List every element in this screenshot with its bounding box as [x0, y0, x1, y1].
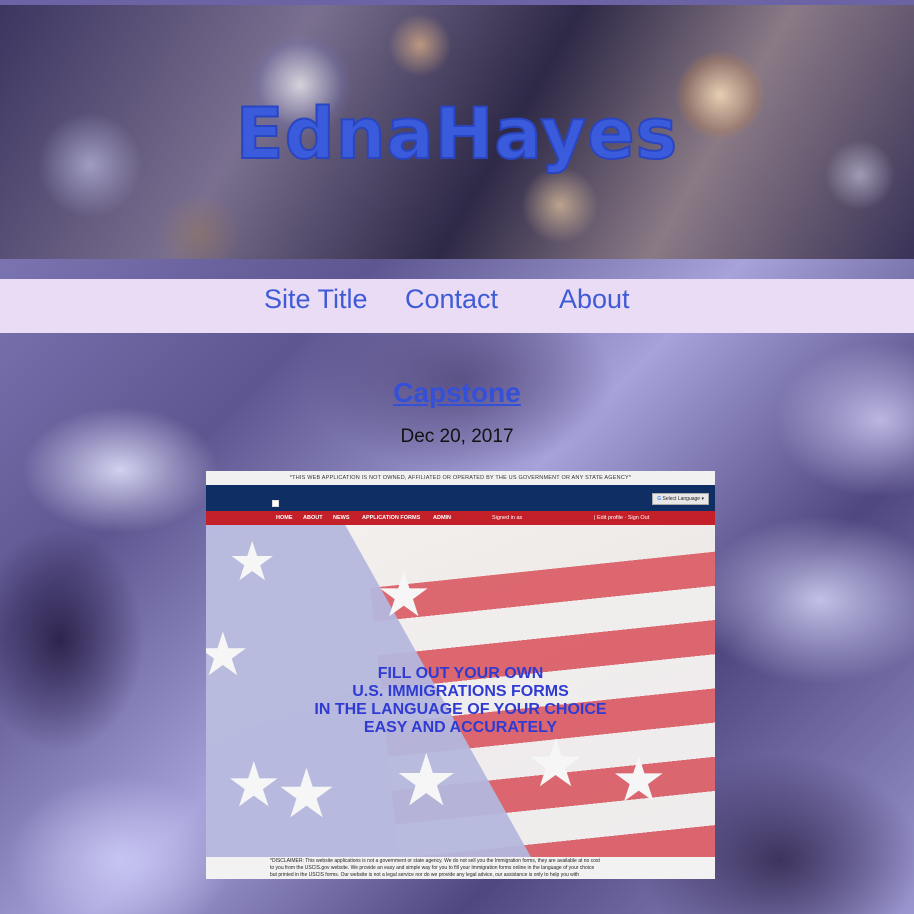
post-image: *THIS WEB APPLICATION IS NOT OWNED, AFFI…	[206, 471, 715, 879]
screenshot-nav-item: NEWS	[333, 515, 350, 521]
disclaimer-line: to you from the USCIS.gov website. We pr…	[270, 865, 595, 871]
main-nav: Site Title Contact About	[0, 279, 914, 333]
disclaimer-line: but printed in the USCIS forms. Our webs…	[270, 872, 580, 878]
hero-line-1: FILL OUT YOUR OWN	[377, 665, 544, 682]
screenshot-header: G Select Language ▾	[206, 485, 715, 511]
screenshot-profile-links: | Edit profile · Sign Out	[594, 515, 650, 521]
post-date: Dec 20, 2017	[400, 426, 514, 447]
screenshot-nav-item: ADMIN	[433, 515, 452, 521]
hero-line-3: IN THE LANGUAGE OF YOUR CHOICE	[314, 701, 607, 718]
disclaimer-line: *DISCLAIMER: This website applications i…	[270, 858, 600, 864]
language-button: G Select Language ▾	[652, 493, 709, 505]
nav-site-title[interactable]: Site Title	[264, 284, 368, 315]
screenshot-nav: HOME ABOUT NEWS APPLICATION FORMS ADMIN …	[206, 511, 715, 525]
star-icon: ★	[611, 746, 667, 815]
screenshot-nav-item: ABOUT	[303, 515, 323, 521]
broken-image-icon	[272, 500, 279, 507]
star-icon: ★	[226, 751, 282, 820]
hero-line-2: U.S. IMMIGRATIONS FORMS	[352, 683, 569, 700]
screenshot-signed-in: Signed in as	[492, 515, 523, 521]
screenshot-notice: *THIS WEB APPLICATION IS NOT OWNED, AFFI…	[206, 471, 715, 485]
language-button-label: Select Language	[662, 496, 701, 502]
header-banner: EdnaHayes	[0, 5, 914, 259]
nav-about[interactable]: About	[559, 284, 630, 315]
star-icon: ★	[394, 741, 459, 821]
screenshot-disclaimer: *DISCLAIMER: This website applications i…	[206, 857, 715, 879]
star-icon: ★	[228, 532, 277, 592]
hero-line-4: EASY AND ACCURATELY	[363, 719, 558, 736]
post-title[interactable]: Capstone	[0, 377, 914, 409]
screenshot-nav-item: APPLICATION FORMS	[362, 515, 421, 521]
screenshot-nav-item: HOME	[276, 515, 293, 521]
nav-contact[interactable]: Contact	[405, 284, 498, 315]
star-icon: ★	[376, 561, 432, 630]
google-icon: G	[657, 496, 662, 502]
star-icon: ★	[526, 726, 586, 800]
screenshot-hero: ★ ★ ★ ★ ★ ★ ★ ★ FILL OUT YOUR OWN U.S. I…	[206, 525, 715, 857]
site-name[interactable]: EdnaHayes	[0, 92, 914, 176]
star-icon: ★	[276, 756, 337, 832]
